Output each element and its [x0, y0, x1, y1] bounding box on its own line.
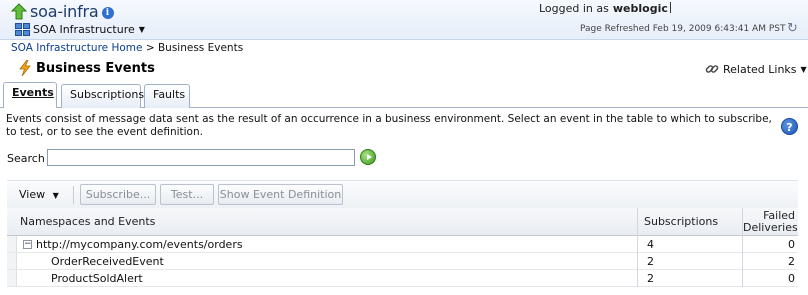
column-header-failed-deliveries[interactable]: Failed Deliveries [743, 210, 798, 238]
breadcrumb-home-link[interactable]: SOA Infrastructure Home [11, 42, 142, 54]
failed-deliveries-count: 0 [788, 238, 795, 251]
page-refreshed-timestamp: Page Refreshed Feb 19, 2009 6:43:41 AM P… [580, 24, 786, 34]
table-row[interactable]: OrderReceivedEvent 2 2 [7, 253, 798, 270]
events-description: Events consist of message data sent as t… [6, 113, 772, 138]
namespace-name: http://mycompany.com/events/orders [36, 238, 243, 251]
collapse-icon[interactable]: − [23, 240, 32, 249]
related-links-menu[interactable]: Related Links ▼ [705, 62, 807, 76]
breadcrumb: SOA Infrastructure Home > Business Event… [11, 42, 243, 54]
logged-in-status: Logged in as weblogic [539, 2, 671, 15]
tab-faults[interactable]: Faults [144, 84, 190, 108]
view-menu-label: View [19, 188, 46, 201]
table-row[interactable]: ProductSoldAlert 2 0 [7, 270, 798, 287]
test-button[interactable]: Test... [160, 184, 214, 205]
app-title-area: soa-infra i [11, 2, 114, 21]
target-menu-label: SOA Infrastructure [33, 23, 135, 36]
subscriptions-count: 2 [647, 255, 654, 268]
column-divider [637, 253, 638, 270]
row-gutter [7, 270, 17, 286]
breadcrumb-separator: > [145, 42, 155, 54]
logged-in-label: Logged in as [539, 2, 609, 15]
info-icon[interactable]: i [101, 7, 114, 19]
row-gutter [7, 236, 17, 252]
search-input[interactable] [47, 149, 355, 166]
table-header: Namespaces and Events Subscriptions Fail… [7, 208, 798, 236]
page-title-row: Business Events [18, 60, 155, 76]
subscriptions-count: 2 [647, 272, 654, 285]
failed-deliveries-count: 2 [788, 255, 795, 268]
column-header-namespaces[interactable]: Namespaces and Events [20, 208, 155, 236]
page-title: Business Events [36, 60, 155, 76]
column-header-subscriptions[interactable]: Subscriptions [644, 208, 718, 236]
related-links-label: Related Links [723, 62, 797, 76]
failed-deliveries-count: 0 [788, 272, 795, 285]
table-toolbar: View ▼ Subscribe... Test... Show Event D… [7, 180, 798, 208]
breadcrumb-current: Business Events [157, 42, 244, 54]
column-divider [637, 208, 638, 236]
toolbar-separator [73, 186, 74, 204]
table-row[interactable]: − http://mycompany.com/events/orders 4 0 [7, 236, 798, 253]
tab-subscriptions[interactable]: Subscriptions [61, 84, 144, 108]
soa-infrastructure-icon [15, 23, 30, 36]
target-navigation-menu[interactable]: SOA Infrastructure ▼ [15, 23, 145, 36]
column-divider [637, 236, 638, 253]
subscriptions-count: 4 [647, 238, 654, 251]
search-label: Search [7, 152, 45, 165]
tab-bar: Events Subscriptions Faults [0, 82, 808, 109]
link-icon [705, 65, 719, 73]
global-header: soa-infra i SOA Infrastructure ▼ Logged … [0, 0, 808, 40]
search-go-button[interactable] [360, 149, 376, 165]
help-icon[interactable]: ? [781, 118, 798, 135]
show-event-definition-button[interactable]: Show Event Definition [218, 184, 343, 205]
event-name: ProductSoldAlert [51, 272, 143, 285]
up-arrow-icon[interactable] [11, 3, 27, 20]
tab-events[interactable]: Events [3, 82, 57, 108]
column-divider [637, 270, 638, 287]
app-title: soa-infra [30, 2, 99, 21]
refresh-icon[interactable]: ↻ [787, 21, 798, 36]
username: weblogic [612, 2, 668, 15]
chevron-down-icon: ▼ [52, 191, 59, 200]
failed-header-line2: Deliveries [743, 221, 798, 234]
view-menu[interactable]: View ▼ [19, 188, 59, 201]
business-event-icon [19, 60, 31, 76]
text-cursor [669, 2, 671, 13]
event-name: OrderReceivedEvent [51, 255, 164, 268]
row-gutter [7, 253, 17, 269]
subscribe-button[interactable]: Subscribe... [80, 184, 156, 205]
chevron-down-icon: ▼ [800, 64, 807, 74]
chevron-down-icon: ▼ [138, 25, 145, 34]
